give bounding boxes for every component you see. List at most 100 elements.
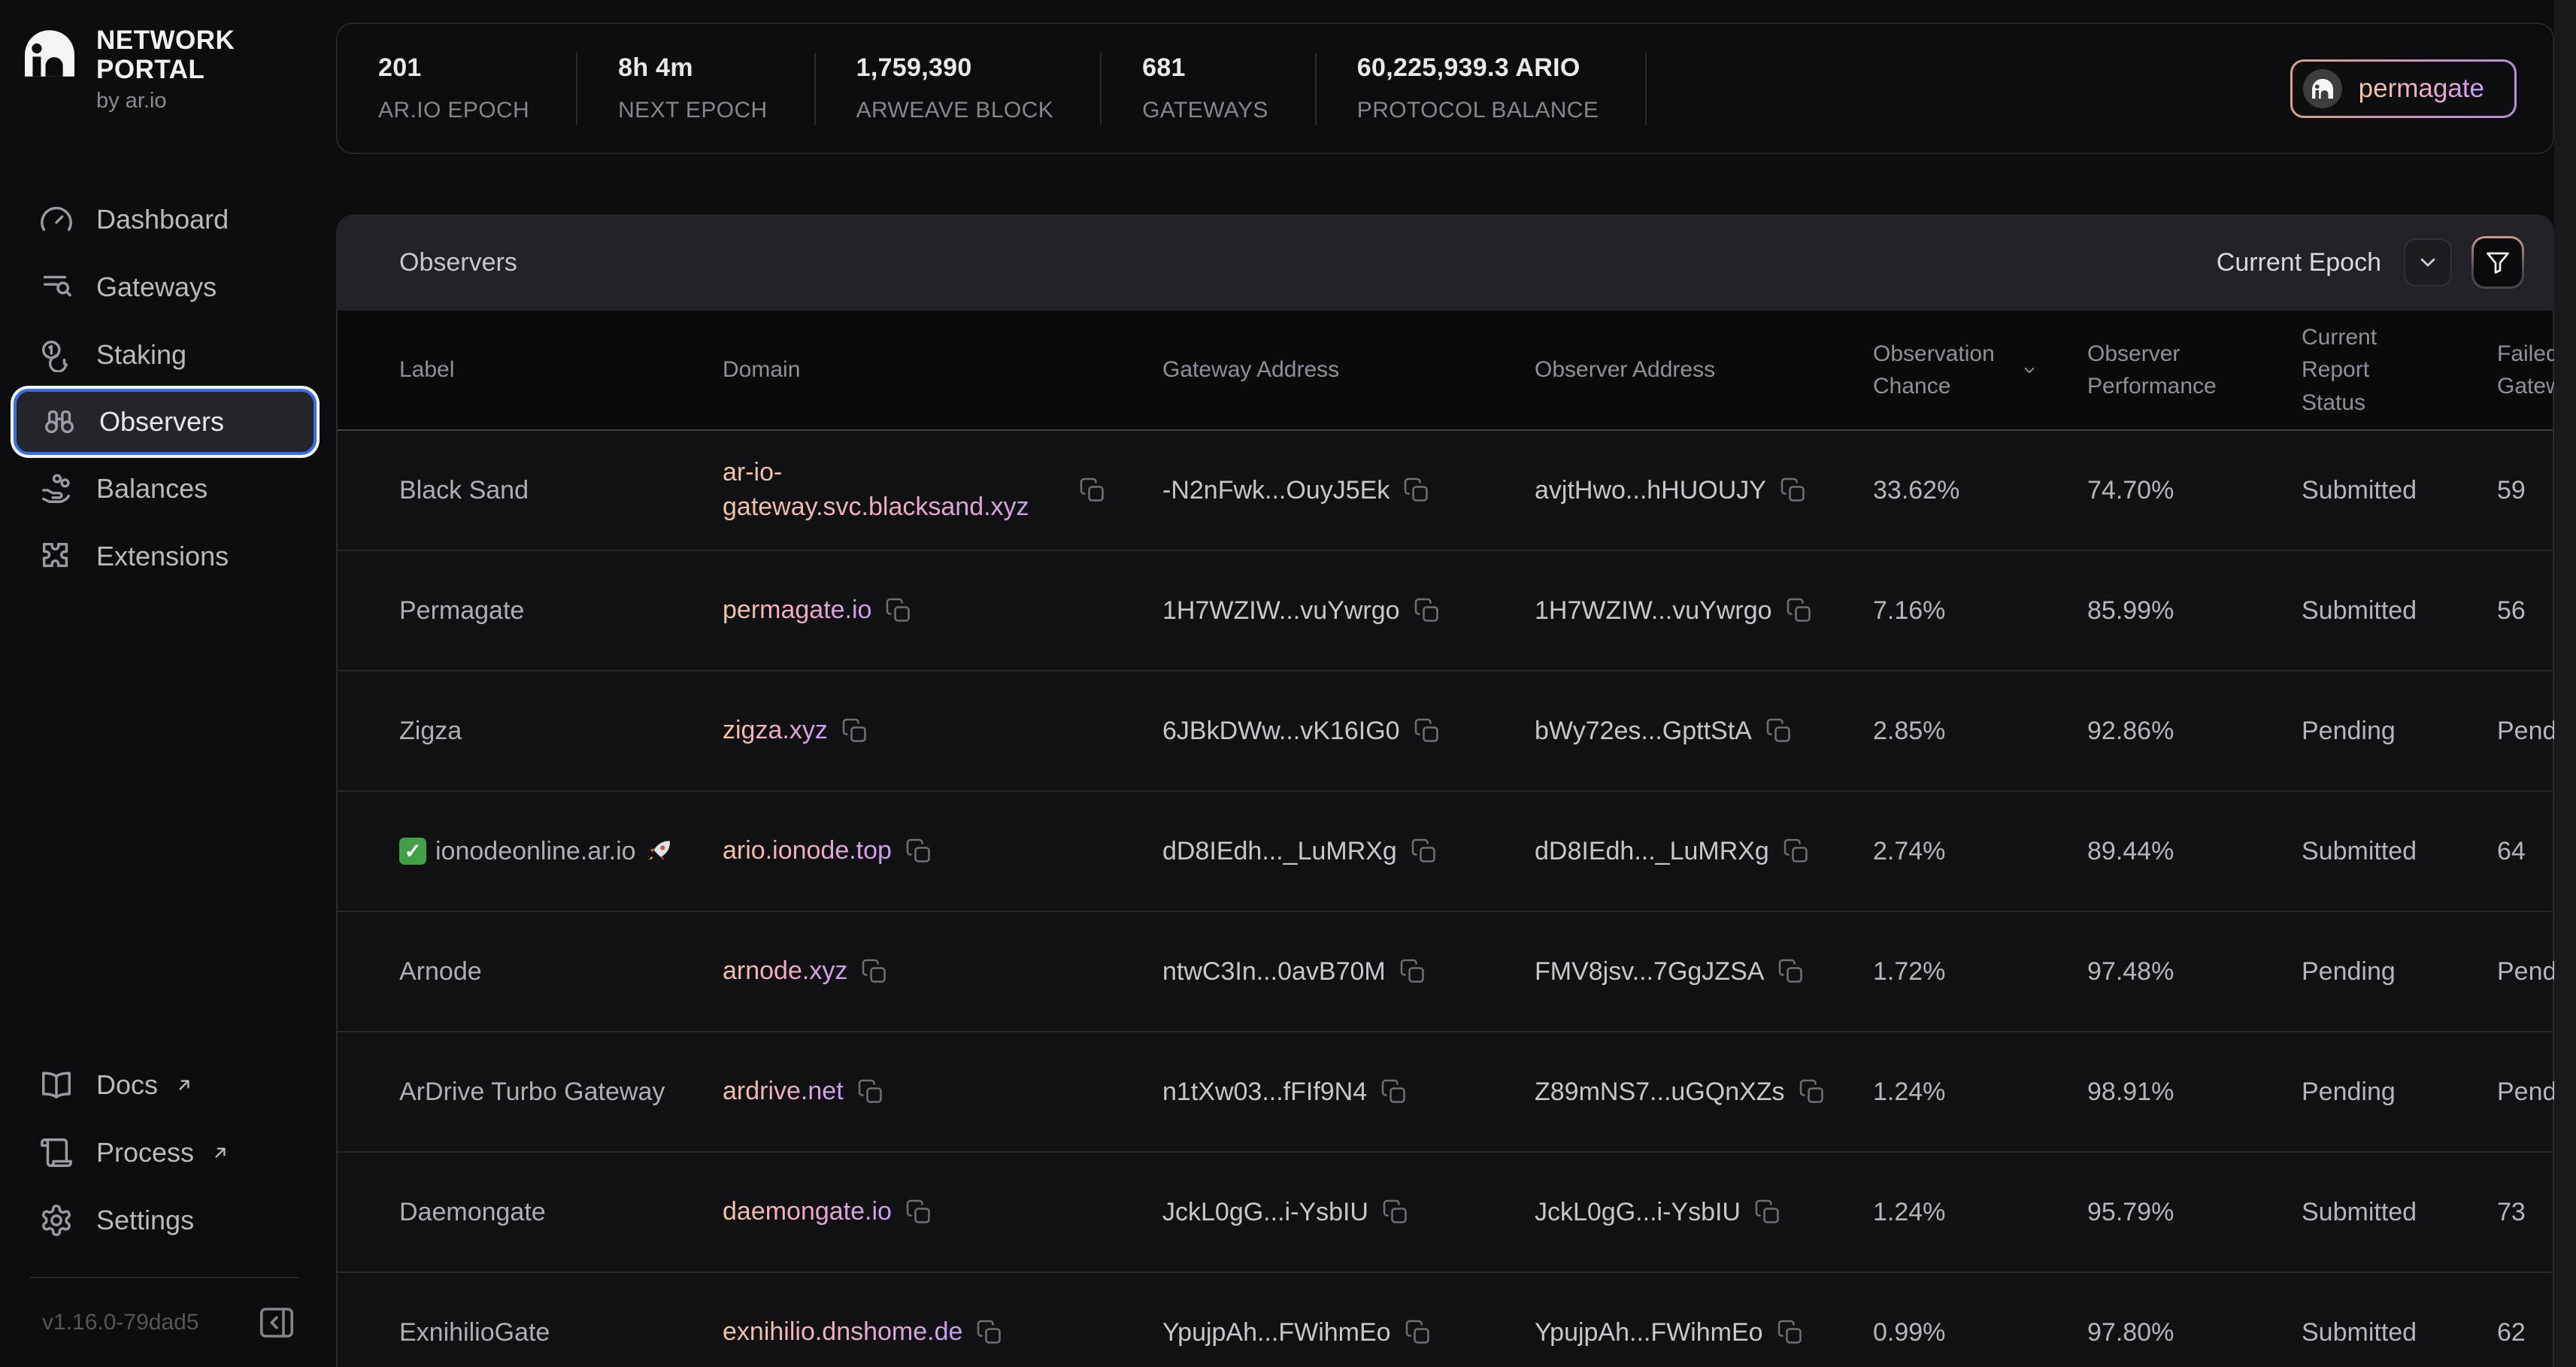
sidebar-item-process[interactable]: Process [0,1119,336,1187]
domain-link[interactable]: ardrive.net [723,1075,844,1109]
sidebar-item-balances[interactable]: Balances [0,455,336,523]
table-row[interactable]: ✓ ionodeonline.ar.io ario.ionode.top dD8… [338,792,2553,912]
copy-icon[interactable] [905,1199,932,1226]
copy-icon[interactable] [1799,1078,1826,1105]
stat-label: PROTOCOL BALANCE [1357,98,1599,123]
check-emoji-icon: ✓ [399,838,426,865]
observation-chance: 1.72% [1873,957,1945,987]
table-row[interactable]: ✓ Arnode arnode.xyz ntwC3In...0avB70M FM… [338,912,2553,1032]
puzzle-icon [39,539,74,574]
domain-link[interactable]: arnode.xyz [723,954,847,989]
sidebar-item-label: Settings [96,1205,194,1236]
copy-icon[interactable] [1754,1199,1781,1226]
column-header-observer-address[interactable]: Observer Address [1535,311,1873,429]
hand-coins-icon [39,471,74,506]
observer-address: dD8IEdh..._LuMRXg [1535,837,1769,866]
domain-link[interactable]: daemongate.io [723,1195,892,1229]
stat-value: 201 [378,53,529,83]
column-header-gateway-address[interactable]: Gateway Address [1162,311,1535,429]
copy-icon[interactable] [841,717,868,744]
stat-arweave-block: 1,759,390 ARWEAVE BLOCK [816,53,1102,125]
sidebar-item-gateways[interactable]: Gateways [0,253,336,321]
copy-icon[interactable] [861,958,888,985]
copy-icon[interactable] [1786,597,1813,624]
observation-chance: 1.24% [1873,1078,1945,1107]
column-header-domain[interactable]: Domain [723,311,1162,429]
table-row[interactable]: ✓ ArDrive Turbo Gateway ardrive.net n1tX… [338,1032,2553,1153]
list-search-icon [39,270,74,305]
copy-icon[interactable] [885,597,912,624]
copy-icon[interactable] [1780,477,1807,504]
sidebar-footer: Docs Process Settings v1.16.0-79dad5 [0,1051,336,1367]
gateway-address: ntwC3In...0avB70M [1162,957,1386,987]
copy-icon[interactable] [1382,1199,1409,1226]
collapse-sidebar-button[interactable] [256,1302,297,1343]
copy-icon[interactable] [905,838,932,865]
copy-icon[interactable] [1783,838,1810,865]
observation-chance: 1.24% [1873,1198,1945,1227]
copy-icon[interactable] [1777,958,1805,985]
domain-link[interactable]: ario.ionode.top [723,834,892,868]
observer-label: Black Sand [399,476,529,505]
sidebar-item-staking[interactable]: Staking [0,321,336,389]
copy-icon[interactable] [1403,477,1430,504]
gauge-icon [39,202,74,237]
ario-logo-icon [23,29,77,78]
failed-gateways: 73 [2497,1198,2526,1227]
coins-icon [39,338,74,372]
copy-icon[interactable] [1380,1078,1408,1105]
table-row[interactable]: ✓ ExnihilioGate exnihilio.dnshome.de Ypu… [338,1273,2553,1367]
sidebar-item-observers[interactable]: Observers [14,389,317,455]
domain-link[interactable]: permagate.io [723,593,871,628]
copy-icon[interactable] [1399,958,1426,985]
scrollbar-track[interactable] [2554,0,2576,1367]
failed-gateways: Pending [2497,957,2554,987]
column-header-label[interactable]: Label [399,311,723,429]
table-row[interactable]: ✓ Zigza zigza.xyz 6JBkDWw...vK16IG0 bWy7… [338,671,2553,792]
sidebar-item-settings[interactable]: Settings [0,1187,336,1254]
copy-icon[interactable] [1414,597,1441,624]
report-status: Pending [2302,1078,2396,1107]
copy-icon[interactable] [1411,838,1438,865]
column-header-current-report-status[interactable]: Current Report Status [2302,311,2497,429]
gateway-address: -N2nFwk...OuyJ5Ek [1162,476,1390,505]
copy-icon[interactable] [857,1078,884,1105]
network-stats-bar: 201 AR.IO EPOCH 8h 4m NEXT EPOCH 1,759,3… [336,23,2554,154]
epoch-dropdown-button[interactable] [2404,238,2452,286]
external-link-icon [211,1143,230,1162]
observer-address: YpujpAh...FWihmEo [1535,1318,1763,1347]
failed-gateways: 56 [2497,596,2526,626]
sidebar-item-docs[interactable]: Docs [0,1051,336,1119]
ario-logo-icon [2311,78,2334,99]
copy-icon[interactable] [1777,1319,1804,1346]
external-link-icon [174,1075,194,1095]
copy-icon[interactable] [976,1319,1003,1346]
column-header-failed-gateways[interactable]: Failed Gateways [2497,311,2554,429]
column-header-observer-performance[interactable]: Observer Performance [2087,311,2302,429]
table-row[interactable]: ✓ Black Sand ar-io-gateway.svc.blacksand… [338,431,2553,551]
sidebar-item-extensions[interactable]: Extensions [0,523,336,590]
sidebar-item-label: Balances [96,473,208,505]
brand-title: NETWORK PORTAL [96,26,235,84]
observers-panel: Observers Current Epoch Label Domain Gat… [336,214,2554,1367]
domain-link[interactable]: exnihilio.dnshome.de [723,1315,962,1350]
copy-icon[interactable] [1765,717,1793,744]
main-content: 201 AR.IO EPOCH 8h 4m NEXT EPOCH 1,759,3… [336,0,2554,1367]
copy-icon[interactable] [1414,717,1441,744]
observation-chance: 7.16% [1873,596,1945,626]
copy-icon[interactable] [1079,477,1106,504]
observer-address: FMV8jsv...7GgJZSA [1535,957,1764,987]
column-header-observation-chance[interactable]: Observation Chance [1873,311,2087,429]
domain-link[interactable]: ar-io-gateway.svc.blacksand.xyz [723,456,1065,525]
wallet-profile-button[interactable]: permagate [2290,59,2517,118]
copy-icon[interactable] [1405,1319,1432,1346]
observer-performance: 74.70% [2087,476,2174,505]
filter-button[interactable] [2471,236,2524,289]
table-row[interactable]: ✓ Daemongate daemongate.io JckL0gG...i-Y… [338,1153,2553,1273]
stat-label: AR.IO EPOCH [378,98,529,123]
table-row[interactable]: ✓ Permagate permagate.io 1H7WZIW...vuYwr… [338,551,2553,671]
brand: NETWORK PORTAL by ar.io [0,0,336,114]
domain-link[interactable]: zigza.xyz [723,714,828,748]
sidebar-item-dashboard[interactable]: Dashboard [0,186,336,253]
report-status: Submitted [2302,1198,2417,1227]
